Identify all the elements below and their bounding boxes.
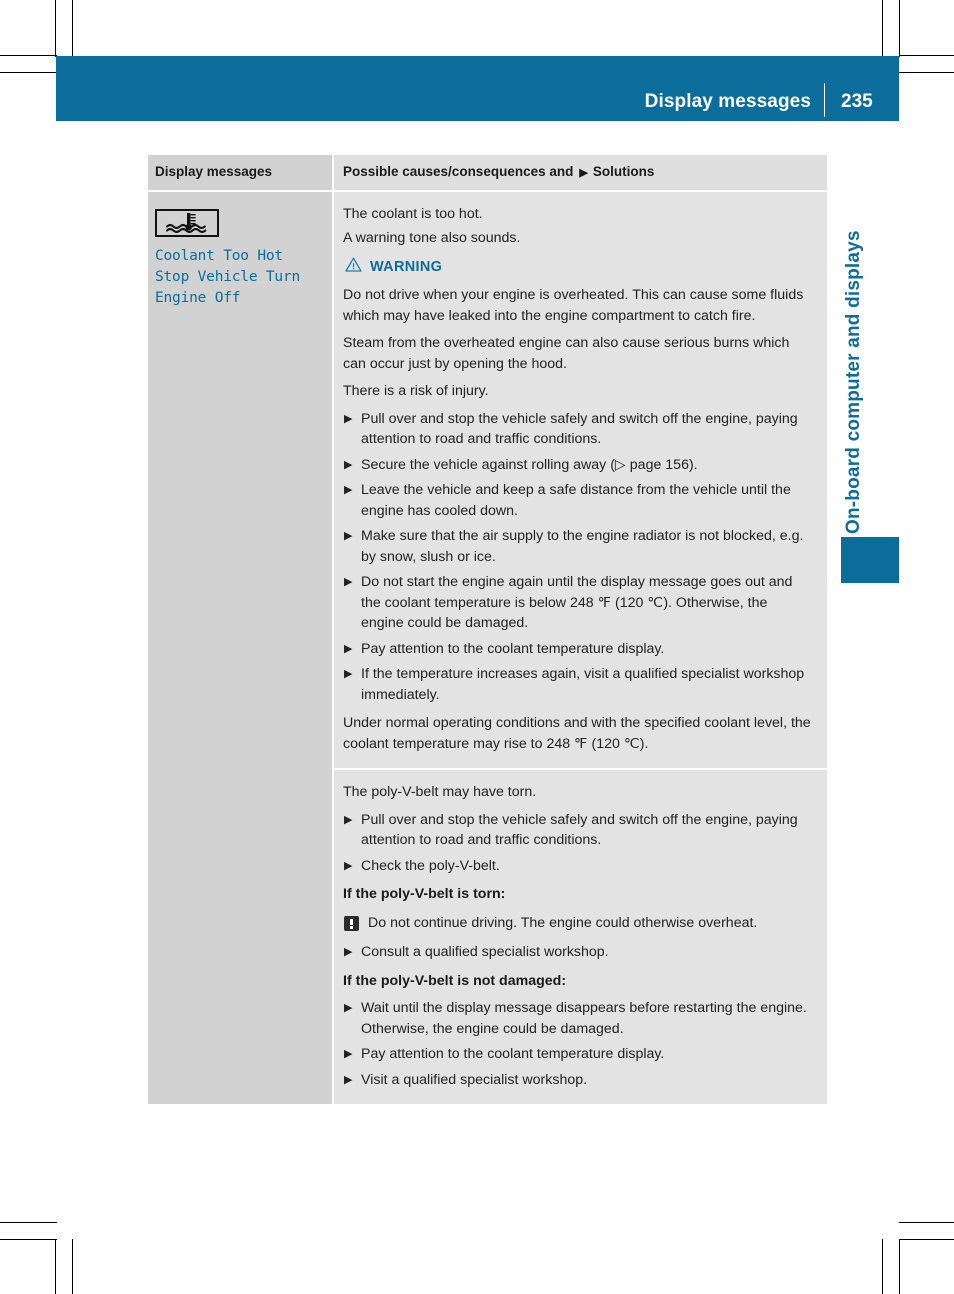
row2-intro-line-1: The poly-V-belt may have torn. xyxy=(343,784,537,800)
list-item: ▶ Do not start the engine again until the… xyxy=(343,572,813,634)
step-bullet-icon: ▶ xyxy=(344,1048,353,1060)
step-text: Pay attention to the coolant temperature… xyxy=(361,1046,665,1062)
step-bullet-icon: ▶ xyxy=(344,642,353,655)
table-row: The poly-V-belt may have torn. ▶ Pull ove… xyxy=(334,768,827,1104)
step-text: Make sure that the air supply to the eng… xyxy=(361,528,804,565)
list-item: ▶ Pay attention to the coolant temperatur… xyxy=(343,639,813,660)
display-message-cell: Coolant Too Hot Stop Vehicle Turn Engine… xyxy=(148,192,332,1104)
column-header-display-messages: Display messages xyxy=(148,155,332,190)
step-text: Check the poly-V-belt. xyxy=(361,857,500,874)
list-item: ▶ Secure the vehicle against rolling away… xyxy=(343,455,813,476)
step-text: Leave the vehicle and keep a safe distan… xyxy=(361,482,791,519)
page-number: 235 xyxy=(841,91,873,112)
step-text: Consult a qualified specialist workshop. xyxy=(361,944,609,960)
step-bullet-icon: ▶ xyxy=(344,576,353,588)
warning-paragraph-2: Steam from the overheated engine can als… xyxy=(343,335,790,372)
display-message-text: Coolant Too Hot Stop Vehicle Turn Engine… xyxy=(155,248,301,306)
page-header-band: Display messages 235 xyxy=(56,56,899,121)
column-header-suffix: Solutions xyxy=(592,164,655,179)
crop-mark-top-left-vertical-inner xyxy=(72,0,73,57)
crop-mark-bottom-right-horizontal-inner xyxy=(899,1222,954,1223)
crop-mark-top-right-vertical-outer xyxy=(899,0,900,57)
warning-triangle-icon xyxy=(345,257,362,277)
crop-mark-bottom-right-horizontal-outer xyxy=(899,1239,954,1240)
row2-steps-list-first: ▶ Pull over and stop the vehicle safely a… xyxy=(343,810,813,877)
step-bullet-icon: ▶ xyxy=(344,458,353,471)
crop-mark-top-left-horizontal-inner xyxy=(0,72,57,73)
list-item: ▶ Leave the vehicle and keep a safe dista… xyxy=(343,480,813,521)
row1-intro-line-1: The coolant is too hot. xyxy=(343,206,483,222)
solutions-marker-icon: ▶ xyxy=(579,167,588,179)
step-bullet-icon: ▶ xyxy=(344,946,353,958)
row1-steps-list: ▶ Pull over and stop the vehicle safely a… xyxy=(343,409,813,706)
exclamation-notice-icon xyxy=(344,915,359,931)
coolant-temperature-icon xyxy=(155,209,219,237)
notice-text: Do not continue driving. The engine coul… xyxy=(368,914,758,931)
step-text: Pull over and stop the vehicle safely an… xyxy=(361,811,798,849)
list-item: ▶ Wait until the display message disappea… xyxy=(343,998,813,1039)
causes-solutions-cell: The coolant is too hot. A warning tone a… xyxy=(334,192,827,1104)
step-bullet-icon: ▶ xyxy=(344,1002,353,1014)
list-item: ▶ Consult a qualified specialist workshop… xyxy=(343,942,813,963)
table-header-row: Display messages Possible causes/consequ… xyxy=(148,155,827,190)
chapter-tab-marker xyxy=(841,537,899,583)
step-text: Pull over and stop the vehicle safely an… xyxy=(361,410,798,448)
row2-steps-list-torn: ▶ Consult a qualified specialist workshop… xyxy=(343,942,813,963)
row2-steps-list-not-damaged: ▶ Wait until the display message disappea… xyxy=(343,998,813,1090)
step-text: Visit a qualified specialist workshop. xyxy=(361,1071,588,1088)
list-item: ▶ Pay attention to the coolant temperatur… xyxy=(343,1044,813,1065)
step-bullet-icon: ▶ xyxy=(344,1073,353,1086)
table-row: The coolant is too hot. A warning tone a… xyxy=(334,192,827,768)
step-bullet-icon: ▶ xyxy=(344,813,353,826)
page-title: Display messages xyxy=(644,91,811,112)
crop-mark-bottom-left-vertical-outer xyxy=(55,1239,56,1294)
list-item: ▶ Visit a qualified specialist workshop. xyxy=(343,1070,813,1091)
crop-mark-top-right-vertical-inner xyxy=(882,0,883,57)
notice-block: Do not continue driving. The engine coul… xyxy=(344,913,813,934)
step-text: Do not start the engine again until the … xyxy=(361,574,793,631)
list-item: ▶ If the temperature increases again, vis… xyxy=(343,664,813,705)
step-text: If the temperature increases again, visi… xyxy=(361,666,805,703)
list-item: ▶ Pull over and stop the vehicle safely a… xyxy=(343,810,813,851)
step-bullet-icon: ▶ xyxy=(344,668,353,680)
step-bullet-icon: ▶ xyxy=(344,484,353,496)
page-header: Display messages 235 xyxy=(645,91,899,113)
display-messages-table: Display messages Possible causes/consequ… xyxy=(148,155,827,1104)
crop-mark-bottom-left-horizontal-outer xyxy=(0,1239,57,1240)
list-item: ▶ Check the poly-V-belt. xyxy=(343,856,813,877)
crop-mark-bottom-right-vertical-inner xyxy=(882,1239,883,1294)
row1-intro-line-2: A warning tone also sounds. xyxy=(343,229,521,246)
table-body: Coolant Too Hot Stop Vehicle Turn Engine… xyxy=(148,192,827,1104)
warning-heading: WARNING xyxy=(345,257,813,277)
warning-paragraph-1: Do not drive when your engine is overhea… xyxy=(343,287,804,324)
crop-mark-top-left-vertical-outer xyxy=(55,0,56,57)
crop-mark-top-left-horizontal-outer xyxy=(0,55,57,56)
row1-closing-paragraph: Under normal operating conditions and wi… xyxy=(343,715,811,752)
step-bullet-icon: ▶ xyxy=(344,530,353,542)
subheading-belt-not-damaged: If the poly-V-belt is not damaged: xyxy=(343,972,567,989)
step-text: Pay attention to the coolant temperature… xyxy=(361,640,665,657)
crop-mark-top-right-horizontal-inner xyxy=(899,72,954,73)
warning-label: WARNING xyxy=(370,259,443,275)
crop-mark-bottom-left-horizontal-inner xyxy=(0,1222,57,1223)
step-text: Wait until the display message disappear… xyxy=(361,1000,807,1037)
step-text: Secure the vehicle against rolling away … xyxy=(361,456,698,473)
list-item: ▶ Make sure that the air supply to the en… xyxy=(343,526,813,567)
crop-mark-top-right-horizontal-outer xyxy=(899,55,954,56)
subheading-belt-torn: If the poly-V-belt is torn: xyxy=(343,886,506,902)
crop-mark-bottom-right-vertical-outer xyxy=(899,1239,900,1294)
step-bullet-icon: ▶ xyxy=(344,859,353,872)
column-header-causes-solutions: Possible causes/consequences and ▶ Solut… xyxy=(334,155,827,190)
warning-paragraph-3: There is a risk of injury. xyxy=(343,383,489,399)
crop-mark-bottom-left-vertical-inner xyxy=(72,1239,73,1294)
step-bullet-icon: ▶ xyxy=(344,412,353,425)
chapter-tab-label: On-board computer and displays xyxy=(843,230,864,534)
list-item: ▶ Pull over and stop the vehicle safely a… xyxy=(343,409,813,450)
column-header-prefix: Possible causes/consequences and xyxy=(343,164,574,179)
